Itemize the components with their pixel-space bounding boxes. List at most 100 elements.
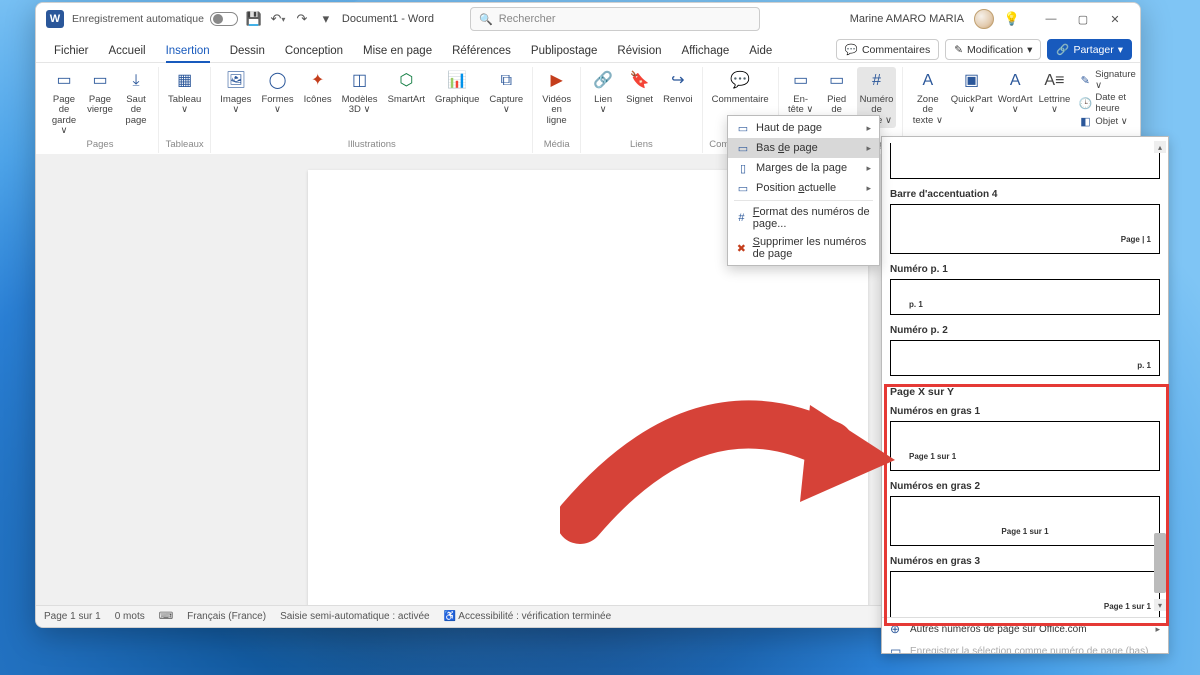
comments-button[interactable]: 💬 Commentaires bbox=[836, 39, 939, 60]
wordart-button[interactable]: AWordArt ∨ bbox=[997, 67, 1034, 118]
status-words[interactable]: 0 mots bbox=[115, 611, 145, 622]
qat-dropdown-icon[interactable]: ▾ bbox=[318, 11, 334, 27]
dd-position[interactable]: ▭Position actuelle▸ bbox=[728, 178, 879, 198]
shapes-button[interactable]: ◯Formes ∨ bbox=[258, 67, 296, 118]
3d-models-button[interactable]: ◫Modèles 3D ∨ bbox=[339, 67, 381, 118]
status-autocomplete[interactable]: Saisie semi-automatique : activée bbox=[280, 611, 430, 622]
redo-icon[interactable]: ↷ bbox=[294, 11, 310, 27]
text-box-button[interactable]: AZone de texte ∨ bbox=[909, 67, 946, 128]
tab-accueil[interactable]: Accueil bbox=[99, 39, 156, 62]
tab-affichage[interactable]: Affichage bbox=[672, 39, 740, 62]
gallery-more-office[interactable]: ⊕Autres numéros de page sur Office.com▸ bbox=[882, 618, 1168, 640]
smartart-icon: ⬡ bbox=[394, 69, 418, 93]
page-break-button[interactable]: ⤓Saut de page bbox=[120, 67, 152, 128]
maximize-button[interactable]: ▢ bbox=[1068, 7, 1098, 31]
editing-mode-button[interactable]: ✎ Modification ▾ bbox=[945, 39, 1041, 60]
gallery-scrollbar[interactable]: ▴ ▾ bbox=[1154, 141, 1166, 611]
datetime-button[interactable]: 🕒Date et heure bbox=[1079, 92, 1141, 114]
page-bottom-icon: ▭ bbox=[736, 141, 750, 155]
tab-revision[interactable]: Révision bbox=[607, 39, 671, 62]
status-language[interactable]: Français (France) bbox=[187, 611, 266, 622]
toggle-off-icon[interactable] bbox=[210, 12, 238, 26]
gallery-item-accent-bar-4[interactable]: Page | 1 bbox=[890, 204, 1160, 254]
gallery-item-numero-p2[interactable]: p. 1 bbox=[890, 340, 1160, 376]
header-button[interactable]: ▭En- tête ∨ bbox=[785, 67, 817, 118]
bookmark-button[interactable]: 🔖Signet bbox=[623, 67, 656, 107]
submenu-arrow-icon: ▸ bbox=[866, 163, 871, 174]
blank-page-button[interactable]: ▭Page vierge bbox=[84, 67, 116, 118]
quick-access-toolbar: 💾 ↶▾ ↷ ▾ bbox=[246, 11, 334, 27]
tab-fichier[interactable]: Fichier bbox=[44, 39, 99, 62]
scroll-down-icon[interactable]: ▾ bbox=[1154, 599, 1166, 611]
comment-button[interactable]: 💬Commentaire bbox=[709, 67, 772, 107]
gallery-label: Barre d'accentuation 4 bbox=[888, 185, 1162, 202]
image-icon: 🖼 bbox=[224, 69, 248, 93]
smartart-button[interactable]: ⬡SmartArt bbox=[385, 67, 428, 107]
gallery-item-bold-1[interactable]: Page 1 sur 1 bbox=[890, 421, 1160, 471]
table-icon: ▦ bbox=[173, 69, 197, 93]
gallery-item-bold-3[interactable]: Page 1 sur 1 bbox=[890, 571, 1160, 617]
link-button[interactable]: 🔗Lien ∨ bbox=[587, 67, 619, 118]
pagenum-icon: # bbox=[865, 69, 889, 93]
format-icon: # bbox=[736, 211, 747, 225]
dropcap-icon: A≡ bbox=[1042, 69, 1066, 93]
page-icon: ▭ bbox=[88, 69, 112, 93]
tab-conception[interactable]: Conception bbox=[275, 39, 353, 62]
signature-button[interactable]: ✎Signature ∨ bbox=[1079, 69, 1141, 91]
tab-mise-en-page[interactable]: Mise en page bbox=[353, 39, 442, 62]
dd-bas-de-page[interactable]: ▭Bas de page▸ bbox=[728, 138, 879, 158]
cross-reference-button[interactable]: ↪Renvoi bbox=[660, 67, 696, 107]
ribbon-group-pages: ▭Page de garde ∨ ▭Page vierge ⤓Saut de p… bbox=[42, 67, 159, 153]
dd-haut-de-page[interactable]: ▭Haut de page▸ bbox=[728, 118, 879, 138]
crossref-icon: ↪ bbox=[666, 69, 690, 93]
minimize-button[interactable]: — bbox=[1036, 7, 1066, 31]
tab-references[interactable]: Références bbox=[442, 39, 521, 62]
dd-supprimer[interactable]: ✖Supprimer les numéros de page bbox=[728, 233, 879, 263]
gallery-item-accent4[interactable] bbox=[890, 143, 1160, 179]
gallery-item-bold-2[interactable]: Page 1 sur 1 bbox=[890, 496, 1160, 546]
chart-button[interactable]: 📊Graphique bbox=[432, 67, 482, 107]
quickpart-button[interactable]: ▣QuickPart ∨ bbox=[950, 67, 993, 118]
coming-soon-icon[interactable]: 💡 bbox=[1004, 11, 1020, 27]
tab-aide[interactable]: Aide bbox=[739, 39, 782, 62]
page-number-dropdown: ▭Haut de page▸ ▭Bas de page▸ ▯Marges de … bbox=[727, 115, 880, 266]
undo-icon[interactable]: ↶▾ bbox=[270, 11, 286, 27]
submenu-arrow-icon: ▸ bbox=[866, 183, 871, 194]
save-icon[interactable]: 💾 bbox=[246, 11, 262, 27]
tab-dessin[interactable]: Dessin bbox=[220, 39, 275, 62]
drop-cap-button[interactable]: A≡Lettrine ∨ bbox=[1037, 67, 1071, 118]
screenshot-button[interactable]: ⧉Capture ∨ bbox=[486, 67, 526, 118]
scroll-thumb[interactable] bbox=[1154, 533, 1166, 593]
search-input[interactable]: 🔍 Rechercher bbox=[470, 7, 760, 31]
word-app-icon: W bbox=[46, 10, 64, 28]
icons-button[interactable]: ✦Icônes bbox=[301, 67, 335, 107]
cover-page-button[interactable]: ▭Page de garde ∨ bbox=[48, 67, 80, 139]
gallery-save-selection: ▭Enregistrer la sélection comme numéro d… bbox=[882, 640, 1168, 654]
capture-icon: ⧉ bbox=[494, 69, 518, 93]
ribbon-group-tableaux: ▦Tableau ∨ Tableaux bbox=[159, 67, 211, 153]
status-page[interactable]: Page 1 sur 1 bbox=[44, 611, 101, 622]
gallery-item-numero-p1[interactable]: p. 1 bbox=[890, 279, 1160, 315]
autosave-toggle[interactable]: Enregistrement automatique bbox=[72, 12, 238, 26]
text-predictions-icon[interactable]: ⌨ bbox=[159, 611, 173, 622]
images-button[interactable]: 🖼Images ∨ bbox=[217, 67, 254, 118]
tab-insertion[interactable]: Insertion bbox=[156, 39, 220, 62]
scroll-up-icon[interactable]: ▴ bbox=[1154, 141, 1166, 153]
user-avatar[interactable] bbox=[974, 9, 994, 29]
object-button[interactable]: ◧Objet ∨ bbox=[1079, 115, 1141, 127]
dropdown-separator bbox=[734, 200, 873, 201]
tab-publipostage[interactable]: Publipostage bbox=[521, 39, 608, 62]
status-accessibility[interactable]: ♿ Accessibilité : vérification terminée bbox=[444, 611, 612, 622]
submenu-arrow-icon: ▸ bbox=[866, 143, 871, 154]
dd-format[interactable]: #Format des numéros de page... bbox=[728, 203, 879, 233]
chart-icon: 📊 bbox=[445, 69, 469, 93]
share-button[interactable]: 🔗 Partager ▾ bbox=[1047, 39, 1132, 60]
ribbon-group-liens: 🔗Lien ∨ 🔖Signet ↪Renvoi Liens bbox=[581, 67, 703, 153]
table-button[interactable]: ▦Tableau ∨ bbox=[165, 67, 204, 118]
save-selection-icon: ▭ bbox=[890, 644, 904, 654]
online-video-button[interactable]: ▶Vidéos en ligne bbox=[539, 67, 574, 128]
object-icon: ◧ bbox=[1079, 115, 1091, 127]
dd-marges[interactable]: ▯Marges de la page▸ bbox=[728, 158, 879, 178]
close-button[interactable]: ✕ bbox=[1100, 7, 1130, 31]
textbox-icon: A bbox=[916, 69, 940, 93]
